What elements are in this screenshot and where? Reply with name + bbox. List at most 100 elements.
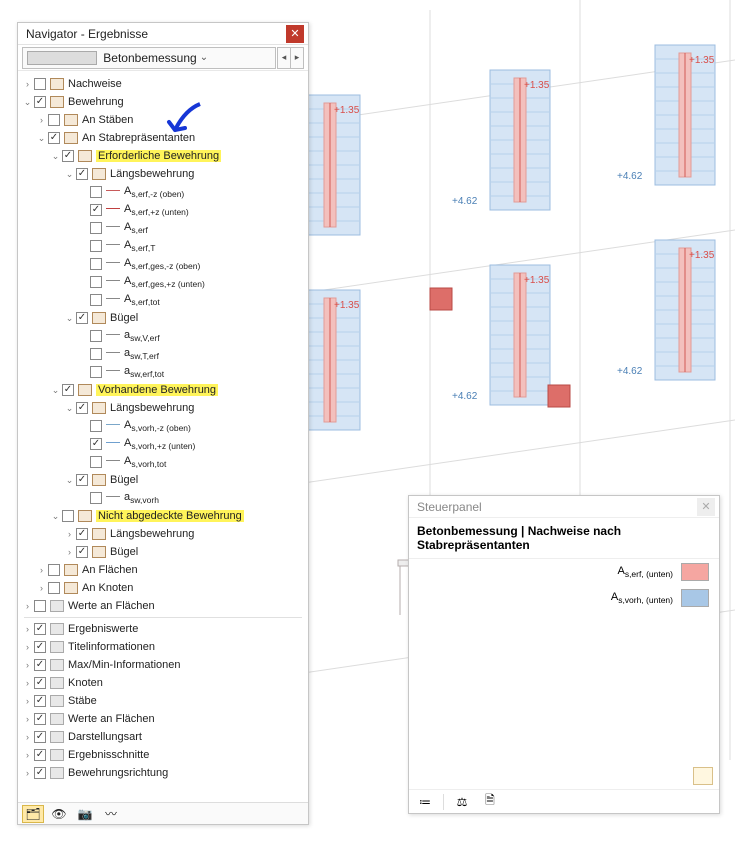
checkbox[interactable]	[34, 659, 46, 671]
expand-toggle[interactable]	[78, 259, 89, 270]
checkbox[interactable]	[34, 623, 46, 635]
footer-tab-2[interactable]: 👁	[48, 805, 70, 823]
expand-toggle[interactable]: ›	[22, 660, 33, 671]
tree-item[interactable]: As,erf,tot	[18, 291, 308, 309]
expand-toggle[interactable]: ›	[22, 732, 33, 743]
checkbox[interactable]	[90, 438, 102, 450]
checkbox[interactable]	[62, 384, 74, 396]
tree-item[interactable]: ⌄An Stabrepräsentanten	[18, 129, 308, 147]
expand-toggle[interactable]	[78, 439, 89, 450]
expand-toggle[interactable]: ⌄	[22, 97, 33, 108]
tree-item[interactable]: ›Bügel	[18, 543, 308, 561]
expand-toggle[interactable]	[78, 223, 89, 234]
checkbox[interactable]	[90, 204, 102, 216]
checkbox[interactable]	[90, 330, 102, 342]
tree-item[interactable]: ›An Knoten	[18, 579, 308, 597]
tree-item[interactable]: ⌄Bügel	[18, 471, 308, 489]
expand-toggle[interactable]	[78, 295, 89, 306]
close-icon[interactable]: ✕	[697, 498, 715, 516]
checkbox[interactable]	[90, 222, 102, 234]
tree-item[interactable]: ›Knoten	[18, 674, 308, 692]
checkbox[interactable]	[90, 456, 102, 468]
expand-toggle[interactable]: ›	[64, 547, 75, 558]
tree-item[interactable]: asw,T,erf	[18, 345, 308, 363]
expand-toggle[interactable]: ›	[22, 642, 33, 653]
tree-item[interactable]: ›Max/Min-Informationen	[18, 656, 308, 674]
tree-item[interactable]: ›Stäbe	[18, 692, 308, 710]
expand-toggle[interactable]: ⌄	[50, 511, 61, 522]
checkbox[interactable]	[34, 78, 46, 90]
tree-item[interactable]: As,erf,+z (unten)	[18, 201, 308, 219]
expand-toggle[interactable]	[78, 277, 89, 288]
expand-toggle[interactable]: ›	[22, 624, 33, 635]
tree-item[interactable]: As,erf,ges,-z (oben)	[18, 255, 308, 273]
control-panel-titlebar[interactable]: Steuerpanel ✕	[409, 496, 719, 518]
tree-item[interactable]: ⌄Bügel	[18, 309, 308, 327]
checkbox[interactable]	[76, 168, 88, 180]
tree-item[interactable]: ⌄Längsbewehrung	[18, 165, 308, 183]
clipboard-button[interactable]	[693, 767, 713, 785]
checkbox[interactable]	[90, 348, 102, 360]
checkbox[interactable]	[34, 695, 46, 707]
tree-item[interactable]: ›Darstellungsart	[18, 728, 308, 746]
checkbox[interactable]	[90, 420, 102, 432]
expand-toggle[interactable]: ⌄	[50, 151, 61, 162]
tree-item[interactable]: asw,vorh	[18, 489, 308, 507]
expand-toggle[interactable]	[78, 241, 89, 252]
navigator-tree[interactable]: ›Nachweise⌄Bewehrung›An Stäben⌄An Stabre…	[18, 73, 308, 802]
footer-btn-balance[interactable]: ⚖	[452, 793, 472, 811]
expand-toggle[interactable]	[78, 187, 89, 198]
navigator-titlebar[interactable]: Navigator - Ergebnisse ✕	[18, 23, 308, 45]
tree-item[interactable]: ⌄Nicht abgedeckte Bewehrung	[18, 507, 308, 525]
footer-tab-4[interactable]: 〰	[100, 805, 122, 823]
footer-btn-sheet[interactable]: 🗎	[480, 793, 500, 811]
checkbox[interactable]	[34, 96, 46, 108]
tree-item[interactable]: ⌄Vorhandene Bewehrung	[18, 381, 308, 399]
tree-item[interactable]: ›An Flächen	[18, 561, 308, 579]
expand-toggle[interactable]: ⌄	[36, 133, 47, 144]
tree-item[interactable]: As,vorh,+z (unten)	[18, 435, 308, 453]
expand-toggle[interactable]: ›	[22, 601, 33, 612]
expand-toggle[interactable]	[78, 457, 89, 468]
tree-item[interactable]: ›Bewehrungsrichtung	[18, 764, 308, 782]
checkbox[interactable]	[76, 312, 88, 324]
tree-item[interactable]: As,erf,T	[18, 237, 308, 255]
footer-tab-1[interactable]: 🗂	[22, 805, 44, 823]
checkbox[interactable]	[90, 240, 102, 252]
checkbox[interactable]	[62, 510, 74, 522]
expand-toggle[interactable]: ›	[36, 565, 47, 576]
combo-next-button[interactable]: ▸	[290, 47, 304, 69]
expand-toggle[interactable]	[78, 493, 89, 504]
combo-prev-button[interactable]: ◂	[277, 47, 291, 69]
checkbox[interactable]	[34, 677, 46, 689]
expand-toggle[interactable]	[78, 367, 89, 378]
tree-item[interactable]: ⌄Erforderliche Bewehrung	[18, 147, 308, 165]
tree-item[interactable]: asw,erf,tot	[18, 363, 308, 381]
tree-item[interactable]: As,erf,ges,+z (unten)	[18, 273, 308, 291]
expand-toggle[interactable]: ›	[22, 768, 33, 779]
checkbox[interactable]	[48, 564, 60, 576]
checkbox[interactable]	[34, 641, 46, 653]
expand-toggle[interactable]: ›	[64, 529, 75, 540]
tree-item[interactable]: As,erf,-z (oben)	[18, 183, 308, 201]
expand-toggle[interactable]: ›	[36, 583, 47, 594]
checkbox[interactable]	[90, 258, 102, 270]
checkbox[interactable]	[76, 546, 88, 558]
tree-item[interactable]: ›Werte an Flächen	[18, 710, 308, 728]
results-type-combo[interactable]: Betonbemessung ⌄	[22, 47, 276, 69]
checkbox[interactable]	[90, 366, 102, 378]
close-icon[interactable]: ✕	[286, 25, 304, 43]
checkbox[interactable]	[48, 132, 60, 144]
tree-item[interactable]: ›Nachweise	[18, 75, 308, 93]
checkbox[interactable]	[34, 731, 46, 743]
expand-toggle[interactable]: ›	[22, 696, 33, 707]
tree-item[interactable]: ›Titelinformationen	[18, 638, 308, 656]
expand-toggle[interactable]	[78, 331, 89, 342]
checkbox[interactable]	[76, 474, 88, 486]
checkbox[interactable]	[48, 582, 60, 594]
checkbox[interactable]	[34, 713, 46, 725]
tree-item[interactable]: As,vorh,tot	[18, 453, 308, 471]
checkbox[interactable]	[90, 492, 102, 504]
expand-toggle[interactable]: ›	[22, 714, 33, 725]
expand-toggle[interactable]: ›	[22, 750, 33, 761]
